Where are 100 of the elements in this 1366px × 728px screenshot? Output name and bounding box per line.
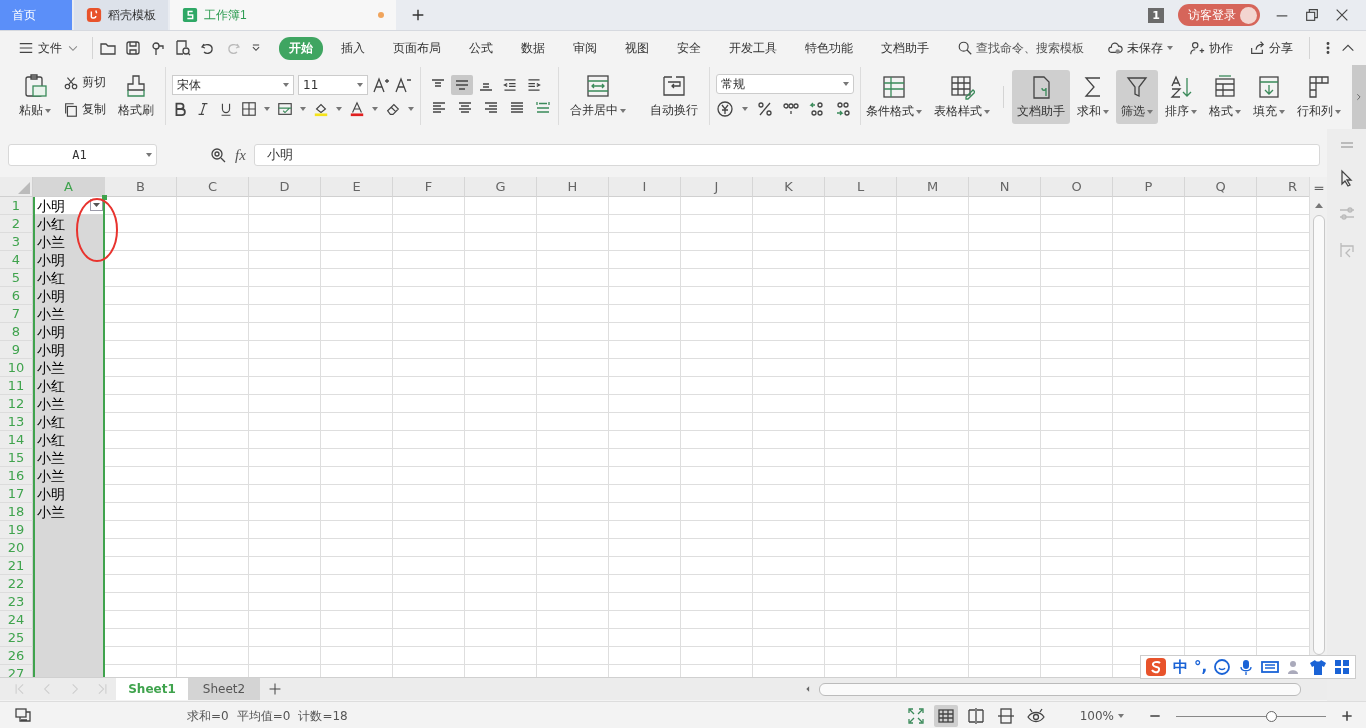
input-mode-button[interactable]: 中 (1173, 657, 1188, 677)
sliders-icon[interactable] (1337, 205, 1356, 223)
column-header[interactable]: D (249, 177, 321, 197)
row-header[interactable]: 14 (0, 431, 33, 449)
cell-style-icon[interactable] (277, 101, 293, 117)
view-mode-button[interactable] (933, 705, 958, 727)
row-header[interactable]: 5 (0, 269, 33, 287)
restore-icon[interactable] (1304, 7, 1320, 23)
row-header[interactable]: 12 (0, 395, 33, 413)
row-header[interactable]: 8 (0, 323, 33, 341)
ribbon-button[interactable]: 条件格式 (861, 70, 927, 124)
font-color-icon[interactable] (349, 101, 365, 117)
name-box[interactable]: A1 (8, 144, 157, 166)
column-header[interactable]: H (537, 177, 609, 197)
border-icon[interactable] (241, 101, 257, 117)
keyboard-icon[interactable] (1261, 658, 1280, 676)
ribbon-tab[interactable]: 页面布局 (383, 36, 451, 60)
column-header[interactable]: M (897, 177, 969, 197)
eraser-icon[interactable] (385, 101, 401, 117)
row-header[interactable]: 10 (0, 359, 33, 377)
fill-color-icon[interactable] (313, 101, 329, 117)
row-header[interactable]: 7 (0, 305, 33, 323)
title-tab[interactable]: 稻壳模板 (74, 0, 168, 30)
command-search[interactable]: 查找命令、搜索模板 (957, 39, 1084, 57)
column-header[interactable]: J (681, 177, 753, 197)
shirt-icon[interactable] (1309, 658, 1328, 676)
apps-grid-icon[interactable] (1333, 658, 1352, 676)
column-header[interactable]: O (1041, 177, 1113, 197)
plus-icon[interactable] (410, 7, 426, 23)
ribbon-button[interactable]: 表格样式 (929, 70, 995, 124)
decrease-font-icon[interactable] (394, 76, 412, 94)
smiley-icon[interactable] (1213, 658, 1232, 676)
zoom-dropdown[interactable]: 100% (1073, 706, 1130, 726)
chevron-right-icon[interactable] (1354, 92, 1364, 102)
row-header[interactable]: 17 (0, 485, 33, 503)
align-middle-button[interactable] (451, 75, 473, 95)
currency-icon[interactable] (716, 100, 734, 118)
column-header[interactable]: C (177, 177, 249, 197)
save-status-button[interactable]: 未保存 (1101, 36, 1179, 60)
row-header[interactable]: 23 (0, 593, 33, 611)
ribbon-tab[interactable]: 特色功能 (795, 36, 863, 60)
sheet-tab[interactable]: Sheet1 (116, 678, 188, 700)
ribbon-button[interactable]: 行和列 (1292, 70, 1346, 124)
formula-field[interactable]: 小明 (253, 144, 1320, 166)
column-header[interactable]: Q (1185, 177, 1257, 197)
row-header[interactable]: 21 (0, 557, 33, 575)
row-header[interactable]: 13 (0, 413, 33, 431)
ribbon-tab[interactable]: 安全 (667, 36, 711, 60)
ribbon-button[interactable]: 求和 (1072, 70, 1114, 124)
collaborate-button[interactable]: 协作 (1183, 36, 1239, 60)
column-header[interactable]: L (825, 177, 897, 197)
ribbon-tab[interactable]: 审阅 (563, 36, 607, 60)
column-header[interactable]: F (393, 177, 465, 197)
slider-thumb[interactable] (1266, 710, 1277, 722)
format-painter-button[interactable]: 格式刷 (113, 69, 159, 123)
decrease-decimal-icon[interactable] (834, 100, 852, 118)
ribbon-button[interactable]: 格式 (1204, 70, 1246, 124)
ribbon-button[interactable]: 筛选 (1116, 70, 1158, 124)
row-header[interactable]: 4 (0, 251, 33, 269)
column-header[interactable]: K (753, 177, 825, 197)
row-header[interactable]: 25 (0, 629, 33, 647)
page-count-badge[interactable]: 1 (1148, 7, 1164, 23)
copy-button[interactable]: 复制 (60, 99, 109, 120)
column-header[interactable]: I (609, 177, 681, 197)
column-header[interactable]: G (465, 177, 537, 197)
vertical-scrollbar[interactable] (1312, 215, 1325, 655)
horizontal-scrollbar[interactable] (819, 682, 1301, 696)
font-size-dropdown[interactable]: 11 (298, 75, 368, 95)
row-header[interactable]: 18 (0, 503, 33, 521)
number-format-dropdown[interactable]: 常规 (716, 74, 854, 94)
wrap-text-button[interactable]: 自动换行 (645, 69, 703, 123)
row-header[interactable]: 3 (0, 233, 33, 251)
title-tab[interactable]: 工作簿1 (170, 0, 396, 30)
add-sheet-icon[interactable] (268, 682, 282, 696)
ribbon-tab[interactable]: 插入 (331, 36, 375, 60)
increase-decimal-icon[interactable] (808, 100, 826, 118)
zoom-in-icon[interactable] (1340, 709, 1354, 723)
row-header[interactable]: 6 (0, 287, 33, 305)
close-icon[interactable] (1334, 7, 1350, 23)
row-header[interactable]: 2 (0, 215, 33, 233)
ribbon-tab[interactable]: 数据 (511, 36, 555, 60)
ribbon-tab[interactable]: 视图 (615, 36, 659, 60)
column-header[interactable]: B (105, 177, 177, 197)
row-header[interactable]: 26 (0, 647, 33, 665)
row-header[interactable]: 22 (0, 575, 33, 593)
column-header[interactable]: P (1113, 177, 1185, 197)
row-header[interactable]: 9 (0, 341, 33, 359)
ribbon-tab[interactable]: 公式 (459, 36, 503, 60)
column-header[interactable]: N (969, 177, 1041, 197)
save-icon[interactable] (124, 39, 142, 57)
paste-button[interactable]: 粘贴 (14, 69, 56, 123)
ribbon-tab[interactable]: 文档助手 (871, 36, 939, 60)
row-header[interactable]: 11 (0, 377, 33, 395)
title-tab[interactable]: 首页 (0, 0, 72, 30)
increase-font-icon[interactable] (372, 76, 390, 94)
ribbon-tab[interactable]: 开发工具 (719, 36, 787, 60)
font-name-dropdown[interactable]: 宋体 (172, 75, 294, 95)
monitor-icon[interactable] (14, 705, 32, 724)
file-menu[interactable]: 文件 (12, 36, 86, 60)
ribbon-tab[interactable]: 开始 (279, 36, 323, 60)
